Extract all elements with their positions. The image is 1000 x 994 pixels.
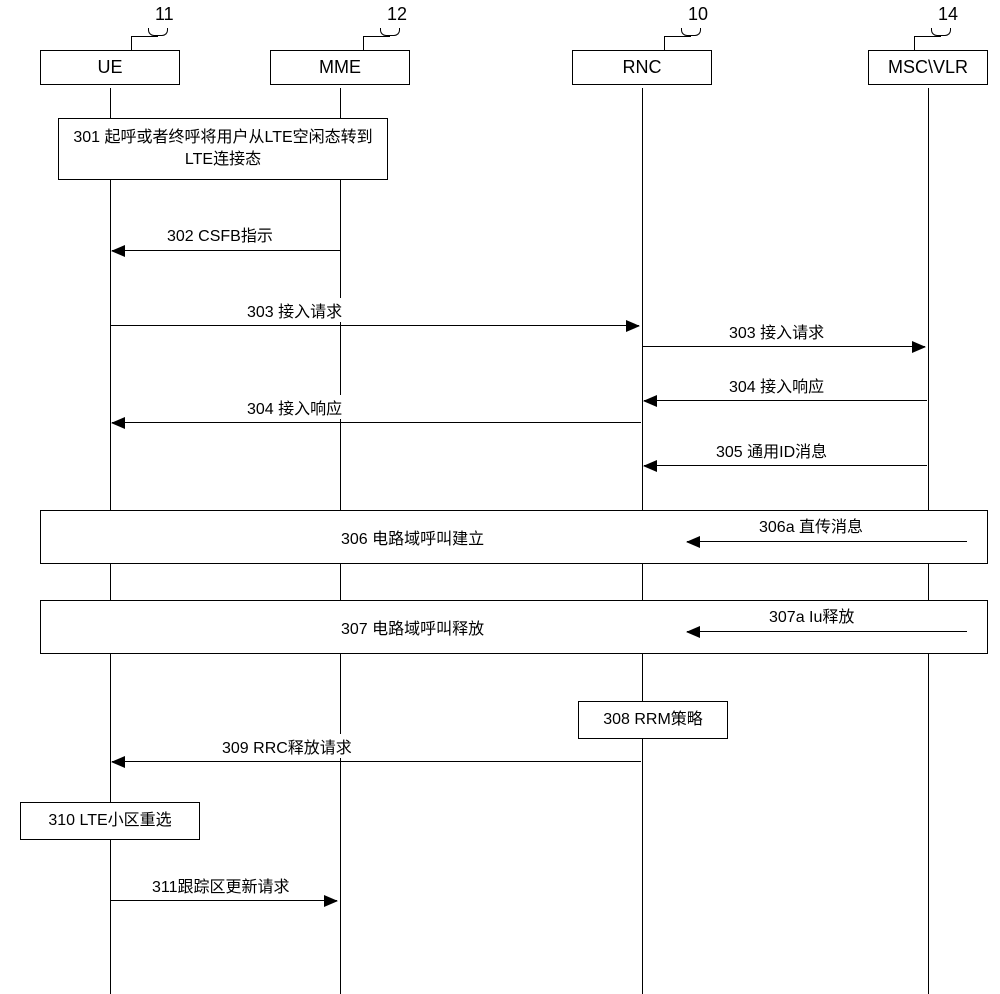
- step-301-text: 301 起呼或者终呼将用户从LTE空闲态转到LTE连接态: [65, 127, 381, 170]
- step-307a-arrow: [687, 631, 967, 632]
- connector-line: [363, 36, 390, 37]
- participant-rnc-label: RNC: [623, 57, 662, 77]
- participant-ue-number: 11: [155, 4, 174, 25]
- step-308-box: 308 RRM策略: [578, 701, 728, 739]
- step-306-text: 306 电路域呼叫建立: [341, 525, 484, 549]
- step-304a-label: 304 接入响应: [727, 373, 826, 397]
- step-310-text: 310 LTE小区重选: [48, 810, 171, 832]
- participant-rnc-number: 10: [688, 4, 708, 25]
- step-306a-arrow: [687, 541, 967, 542]
- step-302-label: 302 CSFB指示: [165, 222, 275, 246]
- participant-rnc-box: RNC: [572, 50, 712, 85]
- connector-line: [363, 36, 364, 50]
- step-304b-label: 304 接入响应: [245, 395, 344, 419]
- step-303b-label: 303 接入请求: [727, 319, 826, 343]
- step-311-arrow: [111, 900, 337, 901]
- participant-mme-box: MME: [270, 50, 410, 85]
- step-301-box: 301 起呼或者终呼将用户从LTE空闲态转到LTE连接态: [58, 118, 388, 180]
- participant-mme-label: MME: [319, 57, 361, 77]
- participant-msc-label: MSC\VLR: [888, 57, 968, 77]
- step-309-label: 309 RRC释放请求: [220, 734, 354, 758]
- step-303b-arrow: [643, 346, 925, 347]
- step-310-box: 310 LTE小区重选: [20, 802, 200, 840]
- step-305-label: 305 通用ID消息: [714, 438, 829, 462]
- step-302-arrow: [112, 250, 340, 251]
- participant-ue-label: UE: [97, 57, 122, 77]
- sequence-diagram: 11 12 10 14 UE MME RNC MSC\VLR 301 起呼或者终…: [0, 0, 1000, 994]
- participant-mme-number: 12: [387, 4, 407, 25]
- connector-cap: [380, 28, 400, 36]
- step-308-text: 308 RRM策略: [603, 709, 703, 731]
- step-307-box: 307 电路域呼叫释放 307a Iu释放: [40, 600, 988, 654]
- step-306a-label: 306a 直传消息: [757, 513, 865, 537]
- connector-cap: [681, 28, 701, 36]
- connector-line: [664, 36, 665, 50]
- participant-ue-box: UE: [40, 50, 180, 85]
- step-309-arrow: [112, 761, 641, 762]
- participant-msc-box: MSC\VLR: [868, 50, 988, 85]
- connector-line: [131, 36, 158, 37]
- step-304b-arrow: [112, 422, 641, 423]
- step-305-arrow: [644, 465, 927, 466]
- connector-line: [914, 36, 915, 50]
- step-306-box: 306 电路域呼叫建立 306a 直传消息: [40, 510, 988, 564]
- connector-line: [914, 36, 941, 37]
- step-303a-arrow: [111, 325, 639, 326]
- step-311-label: 311跟踪区更新请求: [150, 873, 292, 897]
- connector-cap: [148, 28, 168, 36]
- connector-cap: [931, 28, 951, 36]
- connector-line: [131, 36, 132, 50]
- step-307-text: 307 电路域呼叫释放: [341, 615, 484, 639]
- step-303a-label: 303 接入请求: [245, 298, 344, 322]
- step-307a-label: 307a Iu释放: [767, 603, 856, 627]
- participant-msc-number: 14: [938, 4, 958, 25]
- connector-line: [664, 36, 691, 37]
- step-304a-arrow: [644, 400, 927, 401]
